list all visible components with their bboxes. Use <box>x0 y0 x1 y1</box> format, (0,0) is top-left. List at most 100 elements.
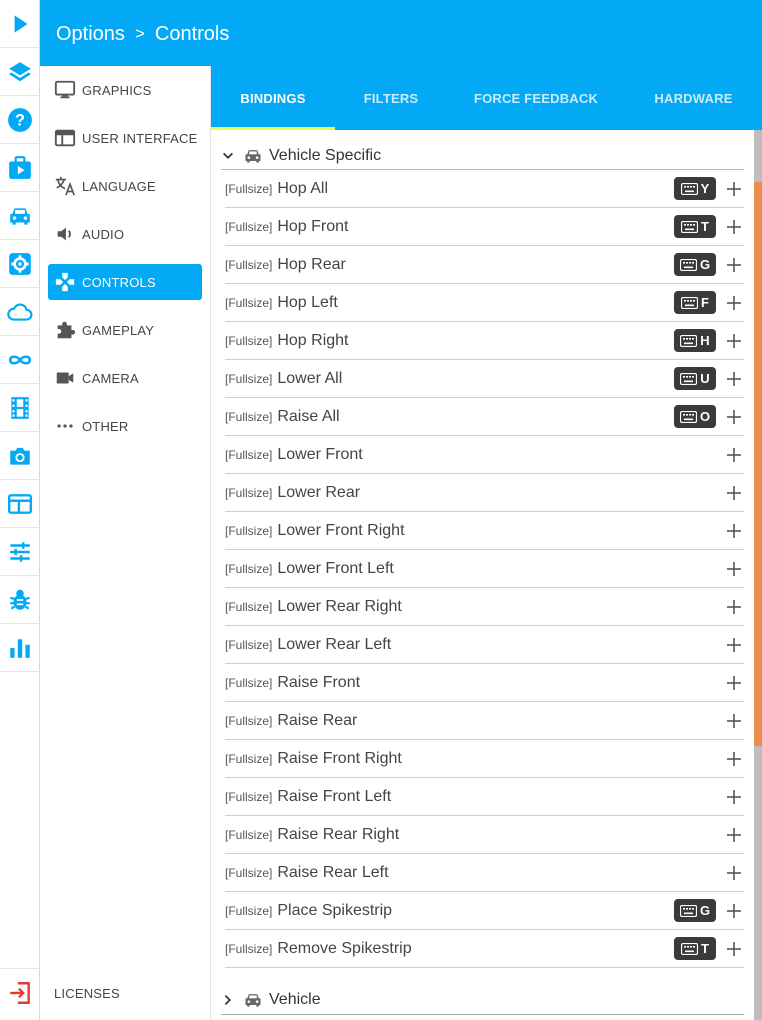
binding-row[interactable]: [Fullsize] Raise Rear Left <box>225 854 744 892</box>
tab-force-feedback[interactable]: FORCE FEEDBACK <box>447 66 625 130</box>
binding-action-name: Hop Right <box>277 331 349 349</box>
infinity-icon[interactable] <box>0 336 40 384</box>
add-binding-plus-icon[interactable] <box>724 407 744 427</box>
binding-row[interactable]: [Fullsize] Hop Front T <box>225 208 744 246</box>
key-binding-badge[interactable]: G <box>674 899 716 922</box>
category-title: Vehicle Specific <box>269 147 382 164</box>
play-icon[interactable] <box>0 0 40 48</box>
sidebar-item-controls[interactable]: CONTROLS <box>48 264 202 300</box>
add-binding-plus-icon[interactable] <box>724 331 744 351</box>
scrollbar-thumb[interactable] <box>754 182 762 746</box>
binding-row[interactable]: [Fullsize] Hop Rear G <box>225 246 744 284</box>
key-binding-badge[interactable]: H <box>674 329 716 352</box>
key-label: O <box>699 409 711 424</box>
binding-prefix: [Fullsize] <box>225 713 273 728</box>
binding-action-name: Lower Rear <box>277 483 361 501</box>
add-binding-plus-icon[interactable] <box>724 255 744 275</box>
add-binding-plus-icon[interactable] <box>724 825 744 845</box>
tab-bindings[interactable]: BINDINGS <box>211 66 335 130</box>
video-camera-icon <box>54 367 76 389</box>
binding-action-name: Hop All <box>277 179 329 197</box>
binding-row[interactable]: [Fullsize] Raise Rear Right <box>225 816 744 854</box>
sidebar-item-gameplay[interactable]: GAMEPLAY <box>48 312 202 348</box>
binding-row[interactable]: [Fullsize] Lower Rear <box>225 474 744 512</box>
sidebar-item-audio[interactable]: AUDIO <box>48 216 202 252</box>
sidebar-item-camera[interactable]: CAMERA <box>48 360 202 396</box>
add-binding-plus-icon[interactable] <box>724 711 744 731</box>
add-binding-plus-icon[interactable] <box>724 293 744 313</box>
binding-row[interactable]: [Fullsize] Lower Front Right <box>225 512 744 550</box>
binding-row[interactable]: [Fullsize] Lower Rear Right <box>225 588 744 626</box>
add-binding-plus-icon[interactable] <box>724 179 744 199</box>
add-binding-plus-icon[interactable] <box>724 445 744 465</box>
gear-icon[interactable] <box>0 240 40 288</box>
key-binding-badge[interactable]: U <box>674 367 716 390</box>
binding-row[interactable]: [Fullsize] Raise All O <box>225 398 744 436</box>
key-binding-badge[interactable]: T <box>674 215 716 238</box>
key-binding-badge[interactable]: T <box>674 937 716 960</box>
add-binding-plus-icon[interactable] <box>724 787 744 807</box>
binding-row[interactable]: [Fullsize] Lower Rear Left <box>225 626 744 664</box>
layout-icon[interactable] <box>0 480 40 528</box>
sidebar-item-other[interactable]: OTHER <box>48 408 202 444</box>
key-binding-badge[interactable]: Y <box>674 177 716 200</box>
binding-prefix: [Fullsize] <box>225 371 273 386</box>
key-binding-badge[interactable]: O <box>674 405 716 428</box>
binding-action-name: Raise Rear Right <box>277 825 400 843</box>
tab-bar: BINDINGS FILTERS FORCE FEEDBACK HARDWARE <box>211 66 762 130</box>
key-label: T <box>701 219 709 234</box>
binding-prefix: [Fullsize] <box>225 903 273 918</box>
add-binding-plus-icon[interactable] <box>724 749 744 769</box>
add-binding-plus-icon[interactable] <box>724 673 744 693</box>
camera-icon[interactable] <box>0 432 40 480</box>
keyboard-icon <box>681 220 701 233</box>
exit-icon[interactable] <box>0 968 40 1016</box>
tab-hardware[interactable]: HARDWARE <box>625 66 762 130</box>
add-binding-plus-icon[interactable] <box>724 521 744 541</box>
key-label: H <box>700 333 710 348</box>
bug-icon[interactable] <box>0 576 40 624</box>
briefcase-play-icon[interactable] <box>0 144 40 192</box>
binding-row[interactable]: [Fullsize] Hop Right H <box>225 322 744 360</box>
add-binding-plus-icon[interactable] <box>724 597 744 617</box>
add-binding-plus-icon[interactable] <box>724 559 744 579</box>
help-icon[interactable]: ? <box>0 96 40 144</box>
binding-prefix: [Fullsize] <box>225 333 273 348</box>
keyboard-icon <box>679 410 700 423</box>
breadcrumb-options[interactable]: Options <box>56 23 125 46</box>
key-binding-badge[interactable]: G <box>674 253 716 276</box>
binding-row[interactable]: [Fullsize] Raise Rear <box>225 702 744 740</box>
add-binding-plus-icon[interactable] <box>724 901 744 921</box>
binding-prefix: [Fullsize] <box>225 561 273 576</box>
binding-row[interactable]: [Fullsize] Lower Front <box>225 436 744 474</box>
binding-row[interactable]: [Fullsize] Hop All Y <box>225 170 744 208</box>
sidebar-item-graphics[interactable]: GRAPHICS <box>48 72 202 108</box>
binding-row[interactable]: [Fullsize] Place Spikestrip G <box>225 892 744 930</box>
binding-row[interactable]: [Fullsize] Raise Front <box>225 664 744 702</box>
sidebar-item-label: OTHER <box>82 418 129 434</box>
sliders-icon[interactable] <box>0 528 40 576</box>
sidebar-item-user-interface[interactable]: USER INTERFACE <box>48 120 202 156</box>
binding-row[interactable]: [Fullsize] Lower Front Left <box>225 550 744 588</box>
key-binding-badge[interactable]: F <box>674 291 716 314</box>
add-binding-plus-icon[interactable] <box>724 369 744 389</box>
binding-row[interactable]: [Fullsize] Remove Spikestrip T <box>225 930 744 968</box>
add-binding-plus-icon[interactable] <box>724 483 744 503</box>
bar-chart-icon[interactable] <box>0 624 40 672</box>
tab-filters[interactable]: FILTERS <box>335 66 447 130</box>
sidebar-item-language[interactable]: LANGUAGE <box>48 168 202 204</box>
add-binding-plus-icon[interactable] <box>724 939 744 959</box>
licenses-link[interactable]: LICENSES <box>54 986 120 1001</box>
add-binding-plus-icon[interactable] <box>724 863 744 883</box>
car-icon[interactable] <box>0 192 40 240</box>
add-binding-plus-icon[interactable] <box>724 217 744 237</box>
binding-action-name: Lower Front Left <box>277 559 394 577</box>
layers-icon[interactable] <box>0 48 40 96</box>
add-binding-plus-icon[interactable] <box>724 635 744 655</box>
cloud-icon[interactable] <box>0 288 40 336</box>
binding-row[interactable]: [Fullsize] Hop Left F <box>225 284 744 322</box>
film-icon[interactable] <box>0 384 40 432</box>
binding-row[interactable]: [Fullsize] Raise Front Right <box>225 740 744 778</box>
binding-row[interactable]: [Fullsize] Raise Front Left <box>225 778 744 816</box>
binding-row[interactable]: [Fullsize] Lower All U <box>225 360 744 398</box>
